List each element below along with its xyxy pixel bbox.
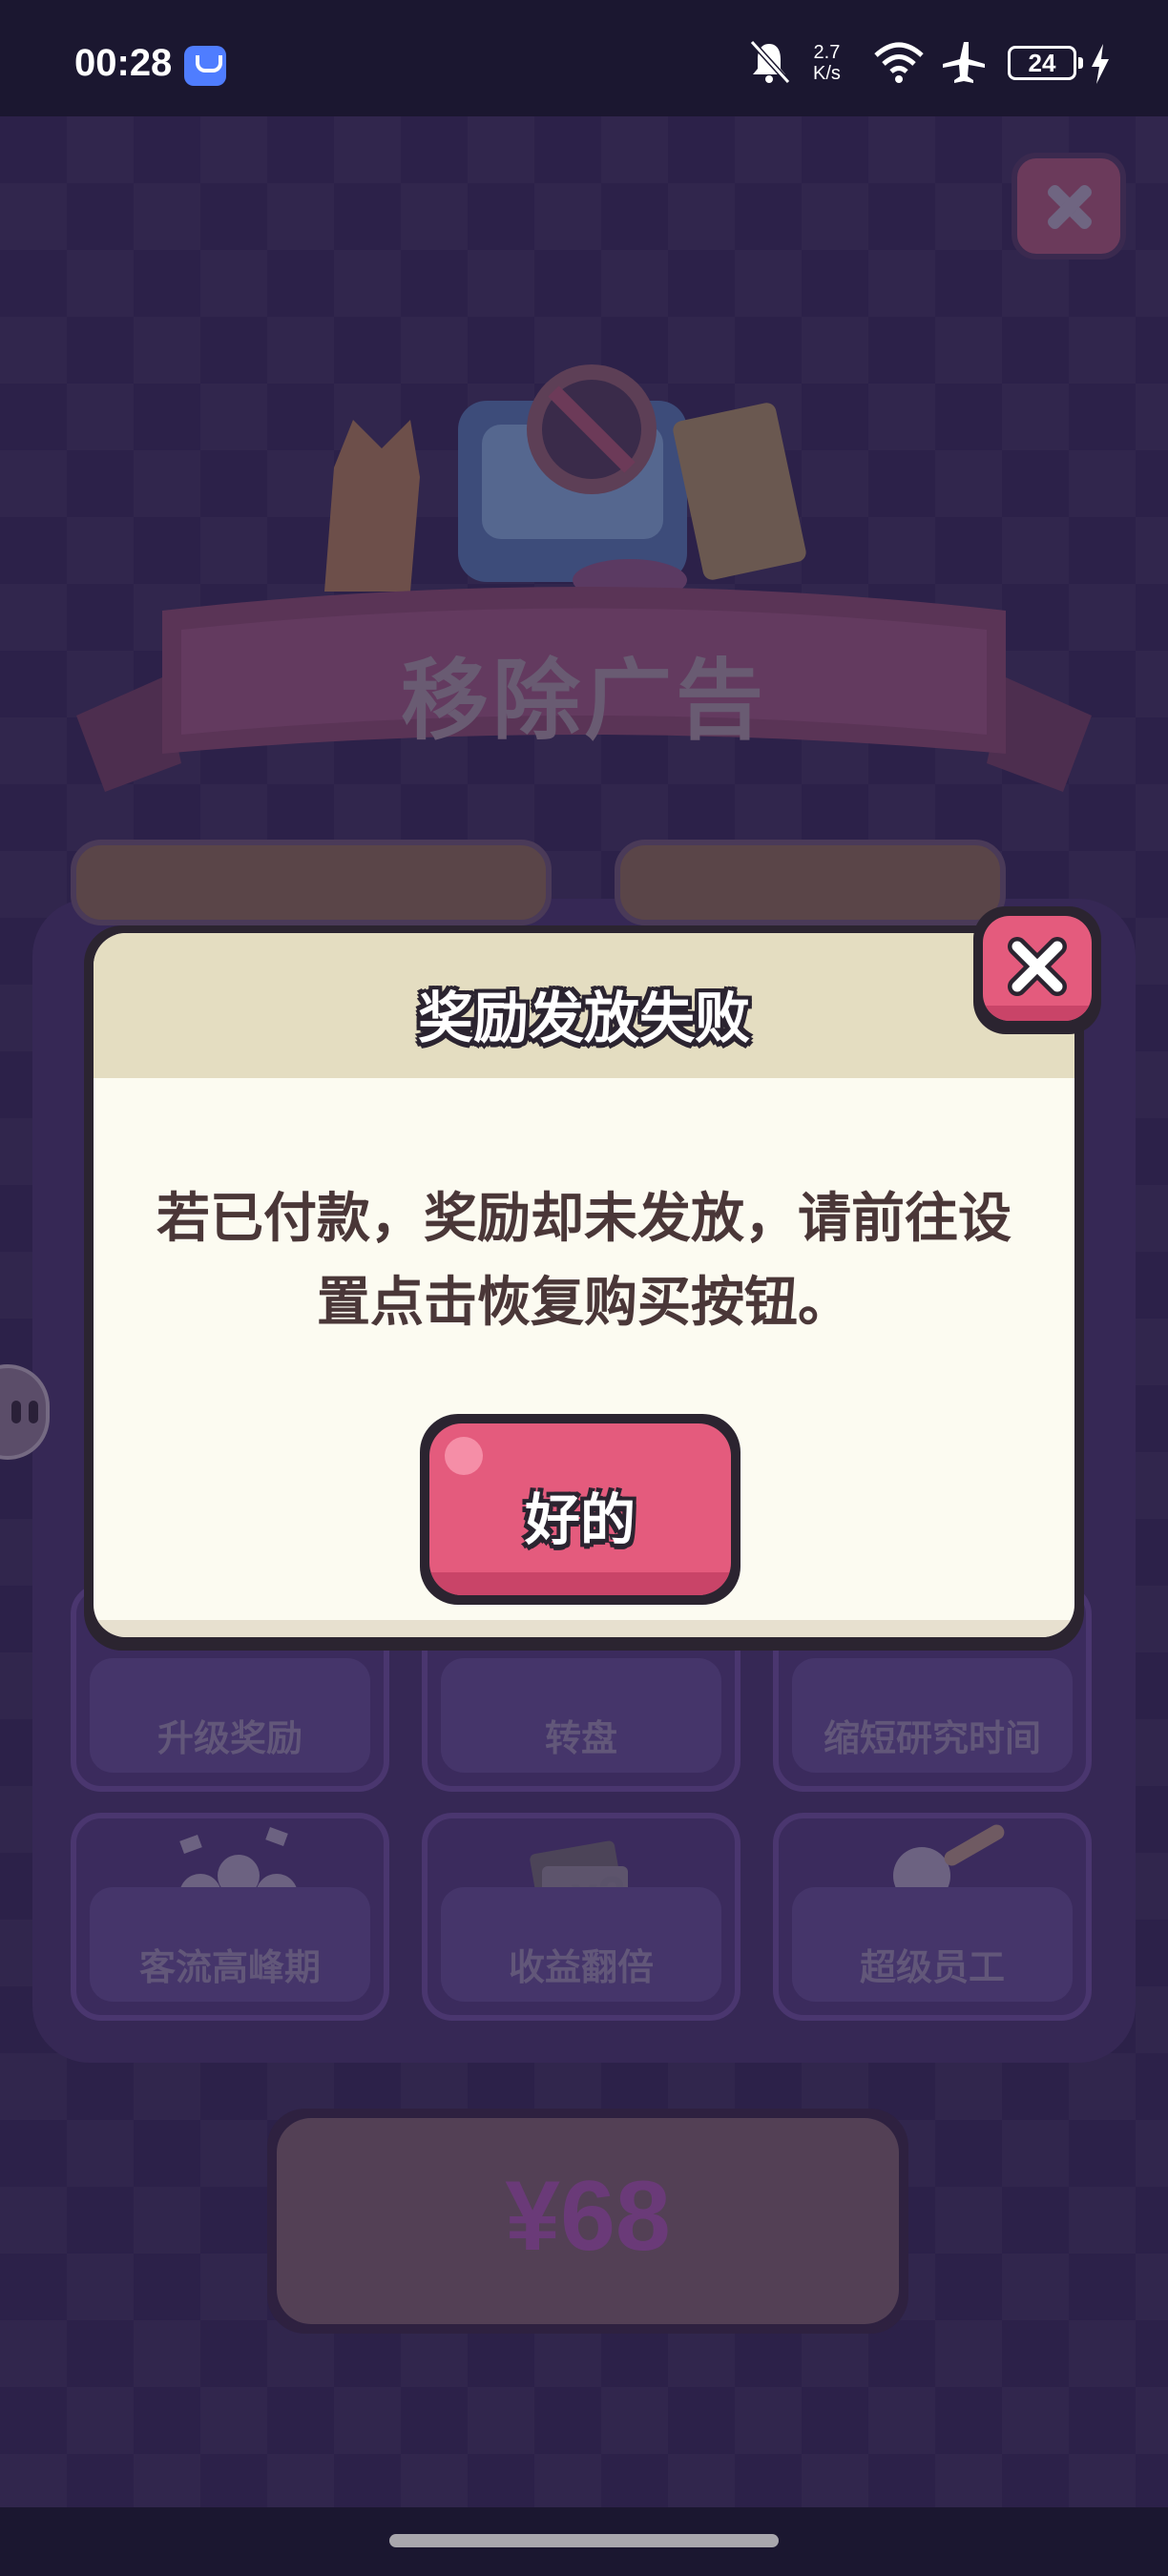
reward-failed-dialog: 奖励发放失败 若已付款，奖励却未发放，请前往设 置点击恢复购买按钮。 好的 bbox=[84, 925, 1084, 1651]
tile-double-income: x2 收益翻倍 bbox=[422, 1813, 740, 2021]
charging-bolt-icon bbox=[1092, 44, 1109, 84]
tile-label: 转盘 bbox=[544, 1717, 617, 1759]
dialog-bottom-edge bbox=[94, 1620, 1074, 1637]
tile-super-staff: 超级员工 bbox=[773, 1813, 1092, 2021]
network-speed-unit: K/s bbox=[813, 63, 841, 84]
network-speed-value: 2.7 bbox=[813, 42, 841, 63]
airplane-icon bbox=[943, 42, 985, 83]
close-button-face bbox=[983, 916, 1092, 1021]
home-indicator[interactable] bbox=[389, 2534, 779, 2547]
purchase-button: ¥68 bbox=[267, 2109, 908, 2334]
handle-eye bbox=[11, 1401, 21, 1423]
tile-label: 收益翻倍 bbox=[508, 1946, 654, 1988]
dialog-header: 奖励发放失败 bbox=[94, 933, 1074, 1078]
honor-app-icon bbox=[184, 46, 226, 86]
ok-button-face: 好的 bbox=[429, 1423, 731, 1595]
tile-label: 缩短研究时间 bbox=[823, 1717, 1041, 1759]
top-right-card bbox=[615, 840, 1006, 925]
purchase-button-face: ¥68 bbox=[277, 2118, 899, 2324]
tile-label: 超级员工 bbox=[859, 1946, 1005, 1988]
ok-button[interactable]: 好的 bbox=[420, 1414, 740, 1605]
navigation-bar bbox=[0, 2507, 1168, 2576]
price-label: ¥68 bbox=[505, 2161, 671, 2272]
close-icon bbox=[1008, 937, 1067, 996]
dialog-message: 若已付款，奖励却未发放，请前往设 置点击恢复购买按钮。 bbox=[151, 1177, 1017, 1345]
wifi-icon bbox=[874, 42, 924, 83]
dialog-message-line: 置点击恢复购买按钮。 bbox=[317, 1272, 851, 1334]
banner-title: 移除广告 bbox=[400, 650, 767, 752]
network-speed: 2.7 K/s bbox=[813, 42, 841, 84]
dialog-close-button[interactable] bbox=[973, 906, 1101, 1034]
tile-label: 客流高峰期 bbox=[138, 1946, 321, 1988]
ok-button-label: 好的 bbox=[524, 1487, 636, 1552]
background-close-icon bbox=[1012, 153, 1126, 260]
tile-peak-traffic: 客流高峰期 bbox=[71, 1813, 389, 2021]
dialog-message-line: 若已付款，奖励却未发放，请前往设 bbox=[156, 1188, 1012, 1250]
tile-label: 升级奖励 bbox=[156, 1717, 302, 1759]
status-time: 00:28 bbox=[74, 42, 173, 84]
mute-bell-icon bbox=[749, 39, 790, 85]
top-left-card bbox=[71, 840, 552, 925]
status-bar: 00:28 2.7 K/s 24 bbox=[0, 0, 1168, 116]
battery-icon: 24 bbox=[1008, 46, 1083, 80]
no-ads-illustration bbox=[324, 364, 806, 601]
handle-eye bbox=[29, 1401, 38, 1423]
dialog-title: 奖励发放失败 bbox=[417, 986, 750, 1050]
